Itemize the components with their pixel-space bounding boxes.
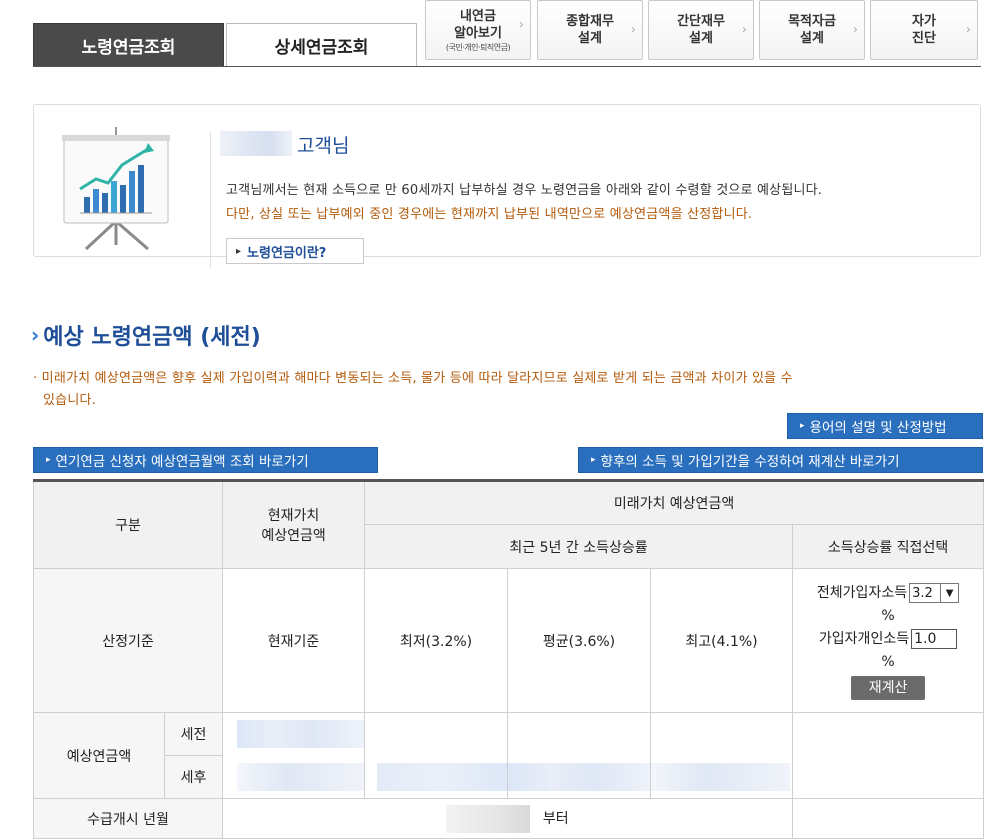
tab-purpose-fund-line2: 설계 [800,31,824,46]
customer-name-redacted [220,131,292,156]
tab-simple-finance-line1: 간단재무 [677,14,725,29]
header-direct-select: 소득상승률 직접선택 [792,524,985,569]
row-label-pre-tax: 세전 [163,712,224,756]
header-category: 구분 [32,480,224,569]
header-present-value: 현재가치 예상연금액 [222,480,366,569]
chevron-right-icon: › [965,22,971,38]
chevron-right-icon: › [741,22,747,38]
terms-button-label: 용어의 설명 및 산정방법 [809,420,947,436]
basis-lowest: 최저(3.2%) [364,568,509,713]
recalculate-link-label: 향후의 소득 및 가입기간을 수정하여 재계산 바로가기 [600,454,900,470]
caret-right-icon: ▸ [800,421,805,431]
tab-purpose-fund-line1: 목적자금 [788,14,836,29]
all-income-value: 3.2 [912,585,933,601]
post-tax-present-redacted [222,755,366,799]
tab-my-pension-line1: 내연금 [460,8,496,24]
basis-highest: 최고(4.1%) [650,568,794,713]
notice-text: · 미래가치 예상연금액은 향후 실제 가입이력과 해마다 변동되는 소득, 물… [33,368,988,412]
start-date-suffix: 부터 [542,810,569,827]
post-tax-low-redacted [364,755,509,799]
all-income-row: 전체가입자소득 3.2 ▼ [793,582,983,605]
deferred-pension-link-label: 연기연금 신청자 예상연금월액 조회 바로가기 [55,454,309,470]
chevron-right-icon: › [31,323,40,347]
basis-present: 현재기준 [222,568,366,713]
direct-select-result [792,712,985,799]
direct-select-cell: 전체가입자소득 3.2 ▼ % 가입자개인소득 1.0 % 재계산 [792,568,985,713]
recalculate-link-button[interactable]: ▸ 향후의 소득 및 가입기간을 수정하여 재계산 바로가기 [578,447,983,473]
notice-line-1: · 미래가치 예상연금액은 향후 실제 가입이력과 해마다 변동되는 소득, 물… [33,371,793,386]
tab-total-finance-line1: 종합재무 [566,14,614,29]
all-income-percent: % [881,607,895,624]
row-label-expected: 예상연금액 [33,712,165,799]
panel-divider [210,131,211,269]
chevron-right-icon: › [852,22,858,38]
tab-total-finance-line2: 설계 [578,31,602,46]
pre-tax-present-redacted [222,712,366,756]
tab-simple-finance-line2: 설계 [689,31,713,46]
chevron-down-icon: ▼ [940,584,958,602]
pension-table: 구분 현재가치 예상연금액 미래가치 예상연금액 최근 5년 간 소득상승률 소… [32,479,985,839]
what-is-pension-button[interactable]: ▸ 노령연금이란? [226,238,364,264]
tab-my-pension-line2: 알아보기 [454,25,502,41]
tab-detail-pension[interactable]: 상세연금조회 [226,23,417,67]
pre-tax-low-redacted [364,712,509,756]
tabs-baseline [33,66,981,67]
section-title-text: 예상 노령연금액 (세전) [43,325,261,350]
personal-income-label: 가입자개인소득 [818,630,910,647]
header-present-line1: 현재가치 [267,508,320,524]
start-date-empty [792,798,985,839]
notice-line-2: 있습니다. [43,393,96,408]
header-future-value: 미래가치 예상연금액 [364,480,985,525]
header-recent-5y: 최근 5년 간 소득상승률 [364,524,794,569]
personal-income-row: 가입자개인소득 1.0 [793,628,983,651]
chevron-right-icon: › [518,17,524,33]
tab-my-pension-sub: (국민·개인·퇴직연금) [445,42,511,52]
all-income-select[interactable]: 3.2 ▼ [909,583,960,603]
basis-average: 평균(3.6%) [507,568,652,713]
chevron-right-icon: › [630,22,636,38]
presentation-chart-icon [62,127,170,250]
what-is-pension-label: 노령연금이란? [247,245,327,261]
recalculate-button[interactable]: 재계산 [851,675,926,700]
warning-message: 다만, 상실 또는 납부예외 중인 경우에는 현재까지 납부된 내역만으로 예상… [226,207,753,222]
caret-right-icon: ▸ [236,245,242,257]
deferred-pension-link-button[interactable]: ▸ 연기연금 신청자 예상연금월액 조회 바로가기 [33,447,378,473]
personal-income-input[interactable]: 1.0 [911,629,958,649]
pre-tax-high-redacted [650,712,794,756]
personal-income-percent: % [881,653,895,670]
tab-my-pension[interactable]: 내연금 알아보기 (국민·개인·퇴직연금) › [425,0,531,60]
info-message: 고객님께서는 현재 소득으로 만 60세까지 납부하실 경우 노령연금을 아래와… [226,183,823,198]
terms-button[interactable]: ▸ 용어의 설명 및 산정방법 [787,413,983,439]
caret-right-icon: ▸ [591,455,596,465]
pre-tax-avg-redacted [507,712,652,756]
post-tax-avg-redacted [507,755,652,799]
tab-simple-finance[interactable]: 간단재무 설계 › [648,0,754,60]
header-present-line2: 예상연금액 [261,528,326,544]
tab-old-age-pension[interactable]: 노령연금조회 [33,23,224,67]
tab-self-diagnosis-line1: 자가 [912,14,936,29]
section-title: › 예상 노령연금액 (세전) [31,319,261,351]
start-date-redacted [446,804,531,833]
row-label-start: 수급개시 년월 [32,798,224,839]
tab-self-diagnosis[interactable]: 자가 진단 › [870,0,978,60]
tab-total-finance[interactable]: 종합재무 설계 › [537,0,643,60]
row-label-basis: 산정기준 [32,568,224,713]
start-date-cell: 부터 [222,798,794,839]
customer-panel: 고객님 고객님께서는 현재 소득으로 만 60세까지 납부하실 경우 노령연금을… [33,104,981,269]
all-income-label: 전체가입자소득 [816,584,908,601]
tab-purpose-fund[interactable]: 목적자금 설계 › [759,0,865,60]
row-label-post-tax: 세후 [163,755,224,799]
tab-self-diagnosis-line2: 진단 [912,31,936,46]
top-tabs: 노령연금조회 상세연금조회 내연금 알아보기 (국민·개인·퇴직연금) › 종합… [33,0,981,68]
post-tax-high-redacted [650,755,794,799]
customer-name-suffix: 고객님 [297,135,350,157]
caret-right-icon: ▸ [46,455,51,465]
